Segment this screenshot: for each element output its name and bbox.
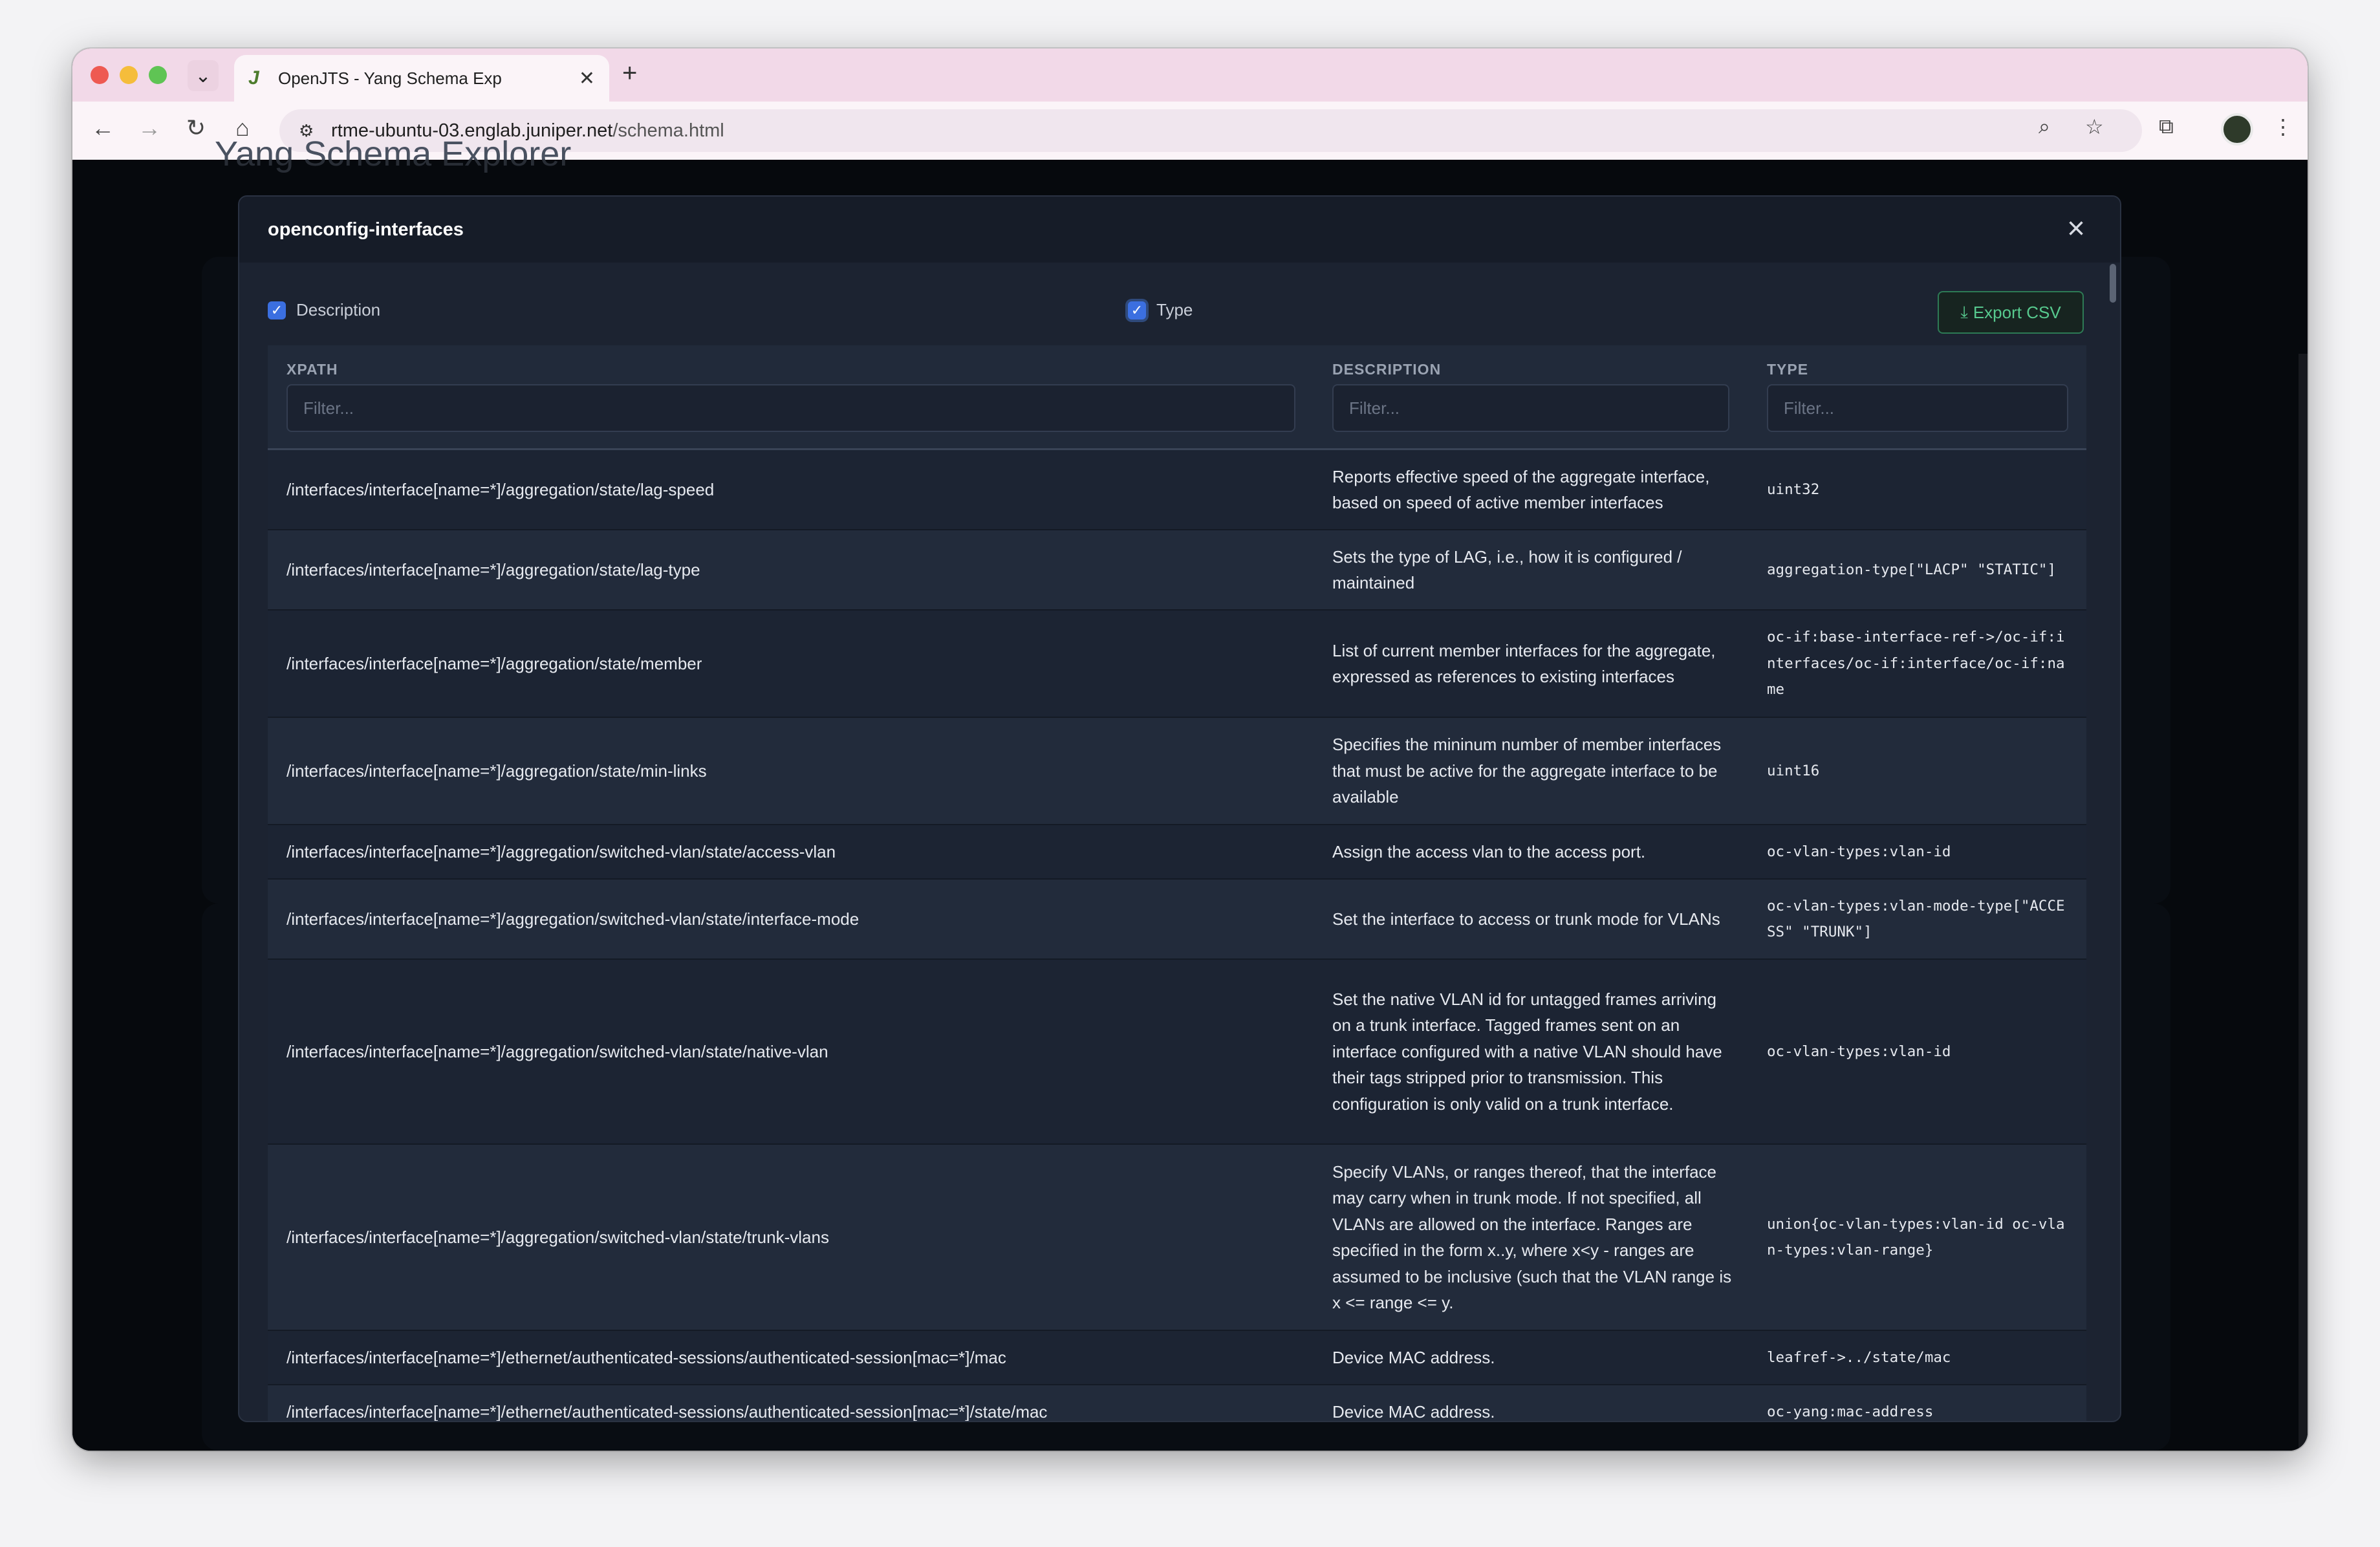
type-checkbox-label: Type [1156,300,1193,319]
type-cell: uint32 [1767,481,1820,498]
export-csv-button[interactable]: ⤓ Export CSV [1938,291,2084,334]
type-cell: union{oc-vlan-types:vlan-id oc-vlan-type… [1767,1215,2065,1259]
xpath-cell: /interfaces/interface[name=*]/aggregatio… [287,653,702,673]
description-cell: Reports effective speed of the aggregate… [1332,466,1710,513]
description-toggle[interactable]: ✓ Description [268,300,380,320]
type-cell: oc-yang:mac-address [1767,1403,1934,1420]
xpath-filter-input[interactable] [287,384,1295,432]
description-cell: Set the native VLAN id for untagged fram… [1332,989,1722,1114]
column-header-description: DESCRIPTION [1332,361,1442,378]
table-header: XPATH DESCRIPTION TYPE [268,345,2086,450]
table-row[interactable]: /interfaces/interface[name=*]/ethernet/a… [268,1385,2086,1422]
new-tab-plus-icon[interactable]: + [622,59,637,88]
minimize-window-button[interactable] [120,66,138,84]
reload-icon[interactable]: ↻ [180,114,212,142]
schema-table: XPATH DESCRIPTION TYPE /interfaces/inter… [268,345,2086,1422]
type-filter-input[interactable] [1767,384,2068,432]
type-checkbox[interactable]: ✓ [1128,301,1146,319]
type-cell: uint16 [1767,762,1820,779]
browser-menu-icon[interactable]: ⋮ [2273,114,2293,139]
openjts-favicon-icon: J [248,67,259,89]
xpath-cell: /interfaces/interface[name=*]/aggregatio… [287,761,707,781]
table-row[interactable]: /interfaces/interface[name=*]/aggregatio… [268,1145,2086,1331]
table-row[interactable]: /interfaces/interface[name=*]/ethernet/a… [268,1331,2086,1385]
xpath-cell: /interfaces/interface[name=*]/aggregatio… [287,559,700,579]
extensions-puzzle-icon[interactable]: ⧉ [2159,114,2174,139]
type-cell: aggregation-type["LACP" "STATIC"] [1767,561,2057,578]
xpath-cell: /interfaces/interface[name=*]/ethernet/a… [287,1401,1048,1422]
xpath-cell: /interfaces/interface[name=*]/aggregatio… [287,909,860,929]
url-path: /schema.html [612,120,724,141]
description-checkbox[interactable]: ✓ [268,301,286,319]
table-row[interactable]: /interfaces/interface[name=*]/aggregatio… [268,825,2086,880]
type-cell: oc-if:base-interface-ref->/oc-if:interfa… [1767,629,2065,698]
column-controls: ✓ Description ✓ Type ⤓ Export CSV [239,263,2120,345]
browser-tab[interactable]: J OpenJTS - Yang Schema Exp ✕ [234,55,609,102]
table-row[interactable]: /interfaces/interface[name=*]/aggregatio… [268,960,2086,1145]
close-icon[interactable]: × [2061,213,2092,244]
description-cell: Specifies the mininum number of member i… [1332,735,1722,807]
bookmark-star-icon[interactable]: ☆ [2085,114,2104,139]
type-cell: oc-vlan-types:vlan-id [1767,1043,1951,1060]
table-row[interactable]: /interfaces/interface[name=*]/aggregatio… [268,718,2086,825]
back-arrow-icon[interactable]: ← [87,114,119,142]
forward-arrow-icon[interactable]: → [133,114,166,142]
modal-title: openconfig-interfaces [268,219,464,240]
tab-close-icon[interactable]: ✕ [579,67,595,90]
xpath-cell: /interfaces/interface[name=*]/ethernet/a… [287,1347,1006,1367]
type-toggle[interactable]: ✓ Type [1128,300,1193,320]
tab-search-chevron-icon[interactable]: ⌄ [188,60,219,91]
maximize-window-button[interactable] [149,66,167,84]
tab-title: OpenJTS - Yang Schema Exp [278,68,502,88]
description-cell: Assign the access vlan to the access por… [1332,841,1646,861]
xpath-cell: /interfaces/interface[name=*]/aggregatio… [287,841,836,861]
table-row[interactable]: /interfaces/interface[name=*]/aggregatio… [268,450,2086,530]
xpath-cell: /interfaces/interface[name=*]/aggregatio… [287,479,715,499]
description-cell: Device MAC address. [1332,1401,1495,1422]
profile-avatar[interactable] [2221,113,2253,146]
description-cell: Specify VLANs, or ranges thereof, that t… [1332,1162,1732,1313]
description-cell: Sets the type of LAG, i.e., how it is co… [1332,546,1682,593]
download-icon: ⤓ [1960,302,1968,321]
description-cell: List of current member interfaces for th… [1332,640,1716,687]
description-cell: Set the interface to access or trunk mod… [1332,909,1720,929]
xpath-cell: /interfaces/interface[name=*]/aggregatio… [287,1041,828,1061]
type-cell: leafref->../state/mac [1767,1348,1951,1366]
browser-window: ⌄ J OpenJTS - Yang Schema Exp ✕ + ← → ↻ … [72,49,2308,1451]
column-header-xpath: XPATH [287,361,338,378]
schema-modal: openconfig-interfaces × ✓ Description ✓ … [238,195,2121,1422]
column-header-type: TYPE [1767,361,1809,378]
modal-header: openconfig-interfaces × [239,197,2120,263]
description-checkbox-label: Description [296,300,381,319]
export-csv-label: Export CSV [1973,302,2061,322]
description-cell: Device MAC address. [1332,1347,1495,1367]
table-row[interactable]: /interfaces/interface[name=*]/aggregatio… [268,530,2086,611]
xpath-cell: /interfaces/interface[name=*]/aggregatio… [287,1227,829,1247]
table-row[interactable]: /interfaces/interface[name=*]/aggregatio… [268,880,2086,960]
table-body: /interfaces/interface[name=*]/aggregatio… [268,450,2086,1422]
close-window-button[interactable] [91,66,109,84]
description-filter-input[interactable] [1332,384,1729,432]
zoom-magnifier-icon[interactable]: ⌕ [2039,114,2050,139]
type-cell: oc-vlan-types:vlan-id [1767,843,1951,860]
tab-bar: ⌄ J OpenJTS - Yang Schema Exp ✕ + [72,49,2308,102]
table-row[interactable]: /interfaces/interface[name=*]/aggregatio… [268,611,2086,718]
type-cell: oc-vlan-types:vlan-mode-type["ACCESS" "T… [1767,897,2065,941]
